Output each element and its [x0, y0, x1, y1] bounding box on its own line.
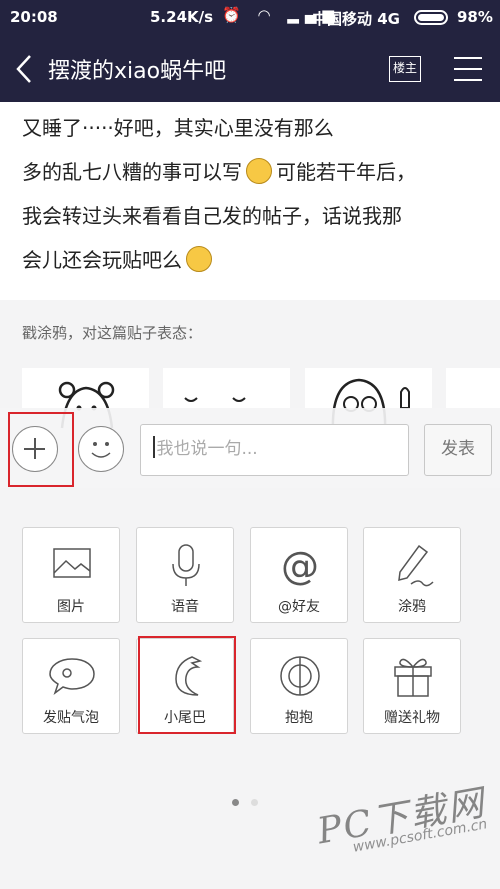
- tool-image[interactable]: 图片: [22, 527, 120, 623]
- tool-graffiti[interactable]: 涂鸦: [363, 527, 461, 623]
- tool-label: 抱抱: [285, 710, 313, 726]
- post-line: 多的乱七八糟的事可以写 可能若干年后，: [22, 150, 482, 194]
- owner-only-button[interactable]: 楼主: [389, 56, 421, 82]
- tool-voice[interactable]: 语音: [136, 527, 234, 623]
- sweat-emoji-icon: [246, 158, 272, 184]
- battery-icon: [414, 10, 448, 25]
- gift-icon: [394, 658, 432, 697]
- highlight-box: [138, 636, 236, 734]
- pen-icon: [398, 544, 434, 587]
- tool-label: 涂鸦: [398, 599, 426, 615]
- stance-prompt: 戳涂鸦，对这篇贴子表态：: [22, 324, 203, 342]
- tool-post-bubble[interactable]: 发贴气泡: [22, 638, 120, 734]
- bubble-icon: [49, 658, 95, 696]
- tool-hug[interactable]: 抱抱: [250, 638, 348, 734]
- send-button[interactable]: 发表: [424, 424, 492, 476]
- text-caret: [153, 436, 155, 458]
- highlight-box: [8, 412, 74, 487]
- post-line: 又睡了·····好吧，其实心里没有那么: [22, 116, 334, 140]
- back-arrow-icon[interactable]: [12, 52, 36, 86]
- microphone-icon: [172, 544, 200, 586]
- status-time: 20:08: [10, 8, 58, 26]
- page-indicator: [232, 791, 270, 810]
- post-content: 又睡了·····好吧，其实心里没有那么 多的乱七八糟的事可以写 可能若干年后， 我…: [22, 106, 482, 282]
- emoji-button[interactable]: [78, 426, 124, 472]
- tool-gift[interactable]: 赠送礼物: [363, 638, 461, 734]
- hug-icon: [280, 656, 320, 696]
- tool-label: 赠送礼物: [384, 710, 440, 726]
- at-icon: @: [281, 544, 319, 588]
- page-dot: [251, 799, 258, 806]
- reply-placeholder: 我也说一句...: [156, 439, 258, 459]
- tool-label: 语音: [171, 599, 199, 615]
- network-speed: 5.24K/s: [150, 8, 214, 26]
- forum-title: 摆渡的xiao蜗牛吧: [48, 59, 227, 84]
- page-dot-active: [232, 799, 239, 806]
- tool-label: 发贴气泡: [43, 710, 99, 726]
- post-text: 可能若干年后，: [276, 160, 416, 184]
- svg-text:@: @: [281, 544, 319, 588]
- smirk-emoji-icon: [186, 246, 212, 272]
- post-text: 会儿还会玩贴吧么: [22, 248, 182, 272]
- post-line: 我会转过头来看看自己发的帖子，话说我那: [22, 204, 402, 228]
- tool-label: @好友: [278, 599, 320, 615]
- carrier-label: 中国移动 4G: [312, 10, 400, 28]
- status-bar: 20:08 5.24K/s ⏰ ◠ ▂▄▆ 中国移动 4G 98%: [0, 0, 500, 36]
- tool-label: 图片: [57, 599, 85, 615]
- reply-input[interactable]: 我也说一句...: [140, 424, 409, 476]
- smiley-icon: [91, 442, 111, 458]
- top-nav-bar: 摆渡的xiao蜗牛吧 楼主: [0, 36, 500, 102]
- post-line: 会儿还会玩贴吧么: [22, 238, 482, 282]
- image-icon: [53, 548, 91, 578]
- post-text: 多的乱七八糟的事可以写: [22, 160, 242, 184]
- battery-percent: 98%: [457, 8, 493, 26]
- menu-icon[interactable]: [453, 54, 483, 84]
- tool-at-friend[interactable]: @ @好友: [250, 527, 348, 623]
